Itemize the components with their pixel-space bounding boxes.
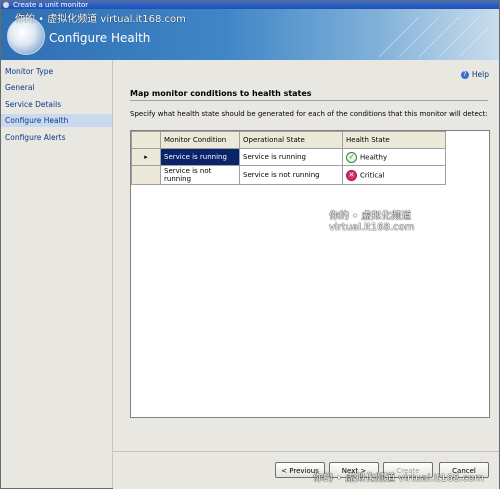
cell-monitor-condition[interactable]: Service is not running (160, 165, 240, 185)
help-link[interactable]: ? Help (460, 70, 489, 79)
healthy-check-icon: ✓ (346, 151, 357, 163)
health-state-label: Critical (360, 171, 385, 179)
title-bar: Create a unit monitor (1, 1, 499, 9)
current-row-arrow-icon: ▸ (131, 148, 161, 166)
section-description: Specify what health state should be gene… (130, 110, 488, 118)
sidebar-item-service-details[interactable]: Service Details (1, 98, 112, 111)
sidebar-item-monitor-type[interactable]: Monitor Type (1, 65, 112, 78)
row-header-corner (131, 131, 161, 149)
help-icon: ? (460, 71, 469, 79)
cell-health-state[interactable]: ✓ Healthy (342, 148, 446, 166)
header-decoration (379, 17, 489, 57)
wizard-steps-sidebar: Monitor Type General Service Details Con… (1, 60, 113, 488)
window-title: Create a unit monitor (13, 1, 89, 9)
heading-divider (130, 100, 488, 101)
app-icon (3, 2, 9, 8)
cell-health-state[interactable]: ✕ Critical (342, 165, 446, 185)
sidebar-item-configure-alerts[interactable]: Configure Alerts (1, 131, 112, 144)
cell-monitor-condition[interactable]: Service is running (160, 148, 240, 166)
table-row[interactable]: ▸ Service is running Service is running … (131, 148, 446, 166)
critical-x-icon: ✕ (346, 169, 357, 181)
cell-operational-state[interactable]: Service is not running (239, 165, 343, 185)
column-header-operational-state[interactable]: Operational State (239, 131, 343, 149)
sidebar-item-general[interactable]: General (1, 81, 112, 94)
health-mapping-grid: Monitor Condition Operational State Heal… (130, 130, 490, 418)
watermark-top: 你的 • 虚拟化频道 virtual.it168.com (15, 14, 186, 25)
main-content: ? Help Map monitor conditions to health s… (113, 60, 499, 451)
column-header-monitor-condition[interactable]: Monitor Condition (160, 131, 240, 149)
health-mapping-table: Monitor Condition Operational State Heal… (131, 131, 446, 185)
section-heading: Map monitor conditions to health states (130, 89, 312, 98)
cell-operational-state[interactable]: Service is running (239, 148, 343, 166)
page-title: Configure Health (49, 31, 151, 45)
watermark-middle: 你的 • 虚拟化频道 virtual.it168.com (329, 211, 415, 233)
row-header (131, 165, 161, 185)
help-label: Help (471, 70, 489, 79)
watermark-bottom: 你的 • 虚拟化频道 virtual.it168.com (313, 473, 484, 484)
wizard-window: Create a unit monitor Configure Health 你… (0, 0, 500, 489)
health-state-label: Healthy (360, 153, 388, 161)
table-row[interactable]: Service is not running Service is not ru… (131, 165, 446, 185)
column-header-health-state[interactable]: Health State (342, 131, 446, 149)
sidebar-item-configure-health[interactable]: Configure Health (1, 114, 112, 127)
